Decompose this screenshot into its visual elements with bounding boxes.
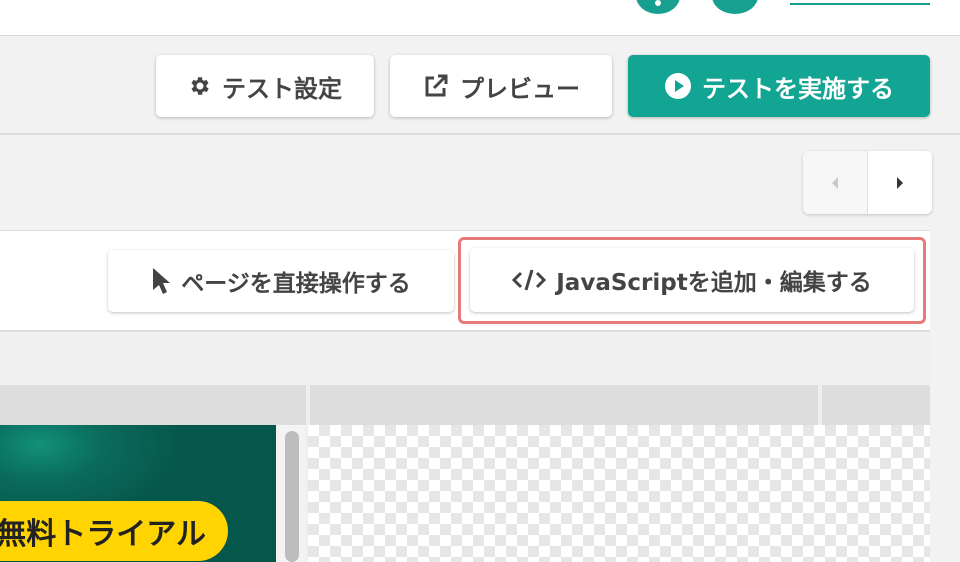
test-settings-label: テスト設定: [222, 74, 342, 103]
preview-banner: 無料トライアル: [0, 425, 276, 562]
transparent-preview-canvas: [308, 425, 930, 562]
preview-toolbar-band: [0, 333, 930, 385]
cursor-arrow-icon: [151, 266, 171, 296]
javascript-edit-button[interactable]: JavaScriptを追加・編集する: [470, 248, 914, 312]
preview-label: プレビュー: [460, 74, 580, 103]
external-link-icon: [422, 72, 450, 100]
variant-column-header: [822, 385, 930, 425]
test-settings-button[interactable]: テスト設定: [156, 55, 374, 117]
gear-icon: [188, 74, 212, 98]
free-trial-badge: 無料トライアル: [0, 501, 228, 561]
next-page-button[interactable]: [868, 151, 932, 214]
free-trial-label: 無料トライアル: [0, 517, 206, 552]
right-margin: [930, 230, 960, 562]
code-icon: [512, 267, 547, 293]
header-link[interactable]: [790, 0, 930, 5]
preview-button[interactable]: プレビュー: [390, 55, 612, 117]
gear-icon[interactable]: [712, 0, 758, 14]
variant-column-header: [310, 385, 818, 425]
pager: [803, 151, 932, 214]
run-test-button[interactable]: テストを実施する: [628, 55, 930, 117]
direct-edit-label: ページを直接操作する: [181, 271, 411, 297]
toolbar: テスト設定 プレビュー テストを実施する: [0, 37, 960, 135]
top-header: [0, 0, 960, 36]
preview-scrollbar-thumb[interactable]: [285, 431, 299, 562]
help-icon[interactable]: [636, 0, 680, 14]
prev-page-button[interactable]: [803, 151, 868, 214]
direct-edit-button[interactable]: ページを直接操作する: [108, 250, 454, 312]
caret-left-icon: [832, 176, 838, 189]
run-test-label: テストを実施する: [702, 74, 894, 103]
play-circle-icon: [664, 72, 692, 100]
edit-panel: ページを直接操作する JavaScriptを追加・編集する: [0, 230, 932, 332]
variant-column-header: [0, 385, 306, 425]
caret-right-icon: [897, 176, 903, 189]
javascript-edit-label: JavaScriptを追加・編集する: [556, 270, 872, 296]
